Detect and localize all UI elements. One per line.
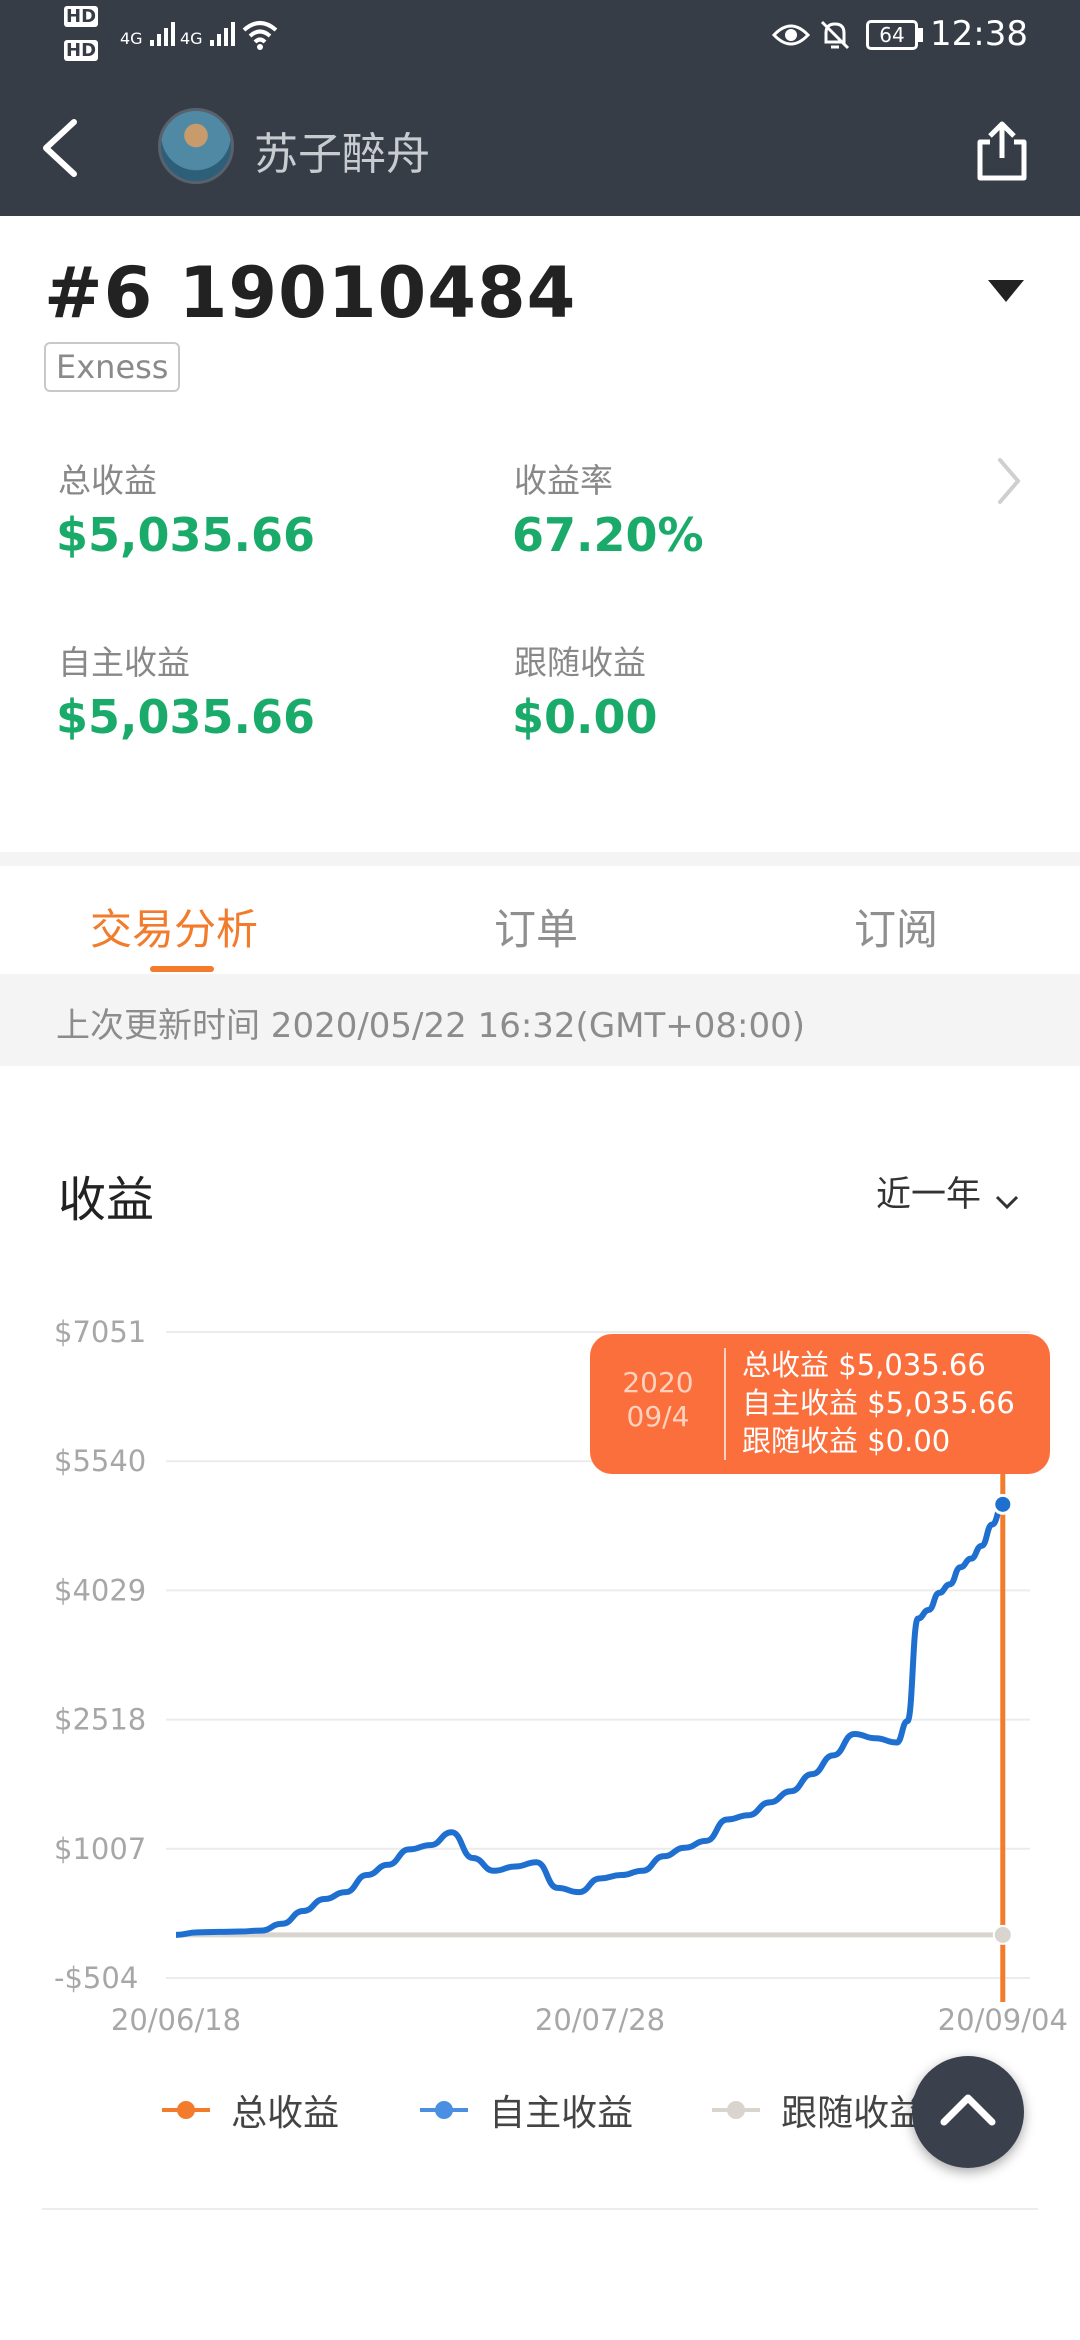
tab-orders[interactable]: 订单 bbox=[494, 896, 578, 957]
tooltip-values: 总收益 $5,035.66 自主收益 $5,035.66 跟随收益 $0.00 bbox=[742, 1346, 1015, 1460]
tooltip-day: 09/4 bbox=[626, 1400, 690, 1433]
battery-tip bbox=[918, 28, 923, 42]
hd-badge-2: HD bbox=[64, 40, 99, 61]
bottom-divider bbox=[42, 2208, 1038, 2210]
x-tick-label: 20/09/04 bbox=[938, 2003, 1068, 2037]
eye-icon bbox=[772, 24, 810, 46]
last-update-text: 上次更新时间 2020/05/22 16:32(GMT+08:00) bbox=[56, 1006, 806, 1046]
chart-tooltip: 2020 09/4 总收益 $5,035.66 自主收益 $5,035.66 跟… bbox=[590, 1334, 1050, 1474]
legend-total-label: 总收益 bbox=[231, 2093, 340, 2134]
legend-self[interactable]: 自主收益 bbox=[418, 2084, 633, 2136]
network-type-2: 4G bbox=[180, 29, 203, 48]
legend-self-label: 自主收益 bbox=[489, 2093, 634, 2134]
tab-subscriptions[interactable]: 订阅 bbox=[854, 896, 938, 957]
y-tick-label: $1007 bbox=[54, 1832, 146, 1866]
share-icon[interactable] bbox=[974, 118, 1030, 184]
y-tick-label: -$504 bbox=[54, 1961, 138, 1995]
chevron-right-icon[interactable] bbox=[994, 456, 1024, 506]
chevron-up-icon bbox=[940, 2094, 996, 2126]
legend-self-swatch bbox=[420, 2101, 468, 2119]
network-type-1: 4G bbox=[120, 29, 143, 48]
signal-icon-2 bbox=[209, 22, 235, 46]
wifi-icon bbox=[242, 21, 278, 50]
account-title: #6 19010484 bbox=[44, 252, 577, 334]
y-tick-label: $4029 bbox=[54, 1573, 146, 1607]
caret-down-icon[interactable] bbox=[986, 278, 1026, 304]
legend-total-swatch bbox=[162, 2101, 210, 2119]
section-divider bbox=[0, 852, 1080, 866]
chevron-left-icon[interactable] bbox=[38, 118, 84, 178]
signal-icon-1 bbox=[149, 22, 175, 46]
legend-follow[interactable]: 跟随收益 bbox=[710, 2084, 925, 2136]
tab-trade-analysis[interactable]: 交易分析 bbox=[90, 896, 258, 957]
signal-1: 4G bbox=[120, 18, 180, 48]
tooltip-divider bbox=[724, 1348, 726, 1460]
highlight-point-follow[interactable] bbox=[992, 1924, 1013, 1945]
metric-total-value: $5,035.66 bbox=[56, 508, 315, 562]
hd-indicator-1: HD bbox=[64, 6, 99, 27]
metric-total-label: 总收益 bbox=[58, 461, 157, 500]
range-selector[interactable]: 近一年 bbox=[876, 1166, 1020, 1217]
tooltip-total: 总收益 $5,035.66 bbox=[742, 1348, 986, 1382]
metric-follow-value: $0.00 bbox=[512, 690, 658, 744]
chart-section-title: 收益 bbox=[58, 1172, 155, 1228]
x-tick-label: 20/07/28 bbox=[535, 2003, 665, 2037]
legend-follow-label: 跟随收益 bbox=[781, 2093, 926, 2134]
tab-active-indicator bbox=[150, 966, 214, 972]
y-tick-label: $5540 bbox=[54, 1444, 146, 1478]
broker-badge: Exness bbox=[44, 342, 181, 392]
chevron-down-icon bbox=[996, 1195, 1019, 1209]
legend-total[interactable]: 总收益 bbox=[160, 2084, 339, 2136]
metric-rate-value: 67.20% bbox=[512, 508, 704, 562]
highlight-point-self[interactable] bbox=[992, 1493, 1014, 1515]
update-info-bar: 上次更新时间 2020/05/22 16:32(GMT+08:00) bbox=[0, 974, 1080, 1066]
tooltip-date: 2020 09/4 bbox=[590, 1366, 726, 1434]
avatar[interactable] bbox=[158, 108, 234, 184]
metric-self-label: 自主收益 bbox=[58, 643, 190, 682]
scroll-to-top-button[interactable] bbox=[912, 2056, 1024, 2168]
battery-icon: 64 bbox=[866, 20, 918, 50]
metric-rate-label: 收益率 bbox=[514, 461, 613, 500]
metric-follow-label: 跟随收益 bbox=[514, 643, 646, 682]
battery-level: 64 bbox=[879, 23, 905, 47]
x-tick-label: 20/06/18 bbox=[111, 2003, 241, 2037]
range-selector-label: 近一年 bbox=[876, 1175, 982, 1215]
y-tick-label: $2518 bbox=[54, 1703, 146, 1737]
metric-self-value: $5,035.66 bbox=[56, 690, 315, 744]
hd-indicator-2: HD bbox=[64, 40, 99, 61]
tooltip-self: 自主收益 $5,035.66 bbox=[742, 1386, 1015, 1420]
hd-badge-1: HD bbox=[64, 6, 99, 27]
y-tick-label: $7051 bbox=[54, 1315, 146, 1349]
tooltip-year: 2020 bbox=[622, 1366, 694, 1399]
signal-2: 4G bbox=[180, 18, 240, 48]
tooltip-follow: 跟随收益 $0.00 bbox=[742, 1424, 951, 1458]
legend-follow-swatch bbox=[712, 2101, 760, 2119]
clock: 12:38 bbox=[930, 14, 1028, 54]
top-header: HD HD 4G 4G 64 12:38 苏子醉舟 bbox=[0, 0, 1080, 216]
mute-bell-icon bbox=[820, 20, 850, 50]
nav-title: 苏子醉舟 bbox=[254, 129, 430, 180]
